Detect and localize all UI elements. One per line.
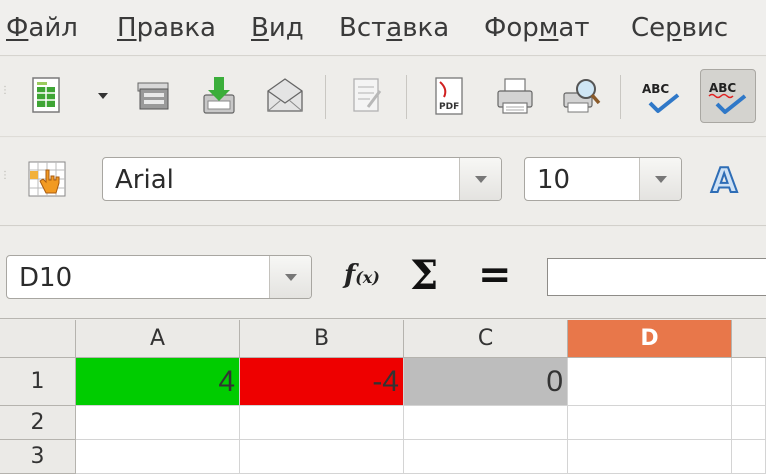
print-preview-icon (563, 79, 601, 113)
auto-spellcheck-icon-text: ABC (709, 81, 736, 95)
cell-c3[interactable] (404, 440, 568, 474)
cell-d1[interactable] (568, 358, 732, 406)
font-name-value: Arial (115, 165, 174, 195)
formula-input[interactable] (547, 258, 766, 296)
cell-a1[interactable]: 4 (76, 358, 240, 406)
menu-edit-mnemonic: П (117, 13, 137, 43)
edit-document-icon (353, 78, 382, 112)
styles-formatting-icon (28, 161, 66, 197)
new-spreadsheet-button[interactable] (24, 73, 70, 119)
cell-e1[interactable] (732, 358, 766, 406)
font-name-dropdown-button[interactable] (459, 158, 501, 200)
menu-insert-mnemonic: а (386, 13, 403, 43)
spellcheck-icon-text: ABC (642, 82, 669, 96)
cell-d2[interactable] (568, 406, 732, 440)
name-box[interactable]: D10 (6, 255, 312, 299)
select-all-corner[interactable] (0, 320, 76, 358)
cell-c2[interactable] (404, 406, 568, 440)
print-button[interactable] (492, 73, 538, 119)
styles-button[interactable] (24, 156, 70, 202)
menu-view[interactable]: Вид (251, 10, 304, 46)
toolbar-separator (325, 75, 326, 119)
cell-b1[interactable]: -4 (240, 358, 404, 406)
spreadsheet-grid: A B C D 1 2 3 4 -4 0 (0, 320, 766, 474)
column-header-e[interactable] (732, 320, 766, 358)
cell-b2[interactable] (240, 406, 404, 440)
new-dropdown-arrow[interactable] (98, 93, 108, 99)
menu-file[interactable]: Файл (6, 10, 78, 46)
pdf-icon: PDF (435, 77, 463, 115)
standard-toolbar: ⋮ PDF ABC ABC (0, 57, 766, 137)
menu-insert-label-post: вка (402, 13, 450, 43)
cell-a3[interactable] (76, 440, 240, 474)
menu-tools-label-pre: Се (631, 13, 666, 43)
open-button[interactable] (130, 73, 176, 119)
row-header-3[interactable]: 3 (0, 440, 76, 474)
font-size-value: 10 (537, 165, 571, 195)
toolbar-grip[interactable]: ⋮ (0, 170, 10, 181)
column-header-d[interactable]: D (568, 320, 732, 358)
column-header-b[interactable]: B (240, 320, 404, 358)
name-box-value: D10 (19, 263, 73, 293)
column-header-a[interactable]: A (76, 320, 240, 358)
cell-a2[interactable] (76, 406, 240, 440)
spellcheck-button[interactable]: ABC (638, 73, 684, 119)
save-icon (203, 77, 235, 114)
name-box-dropdown-button[interactable] (269, 256, 311, 298)
envelope-icon (267, 78, 303, 112)
menu-file-mnemonic: Ф (6, 13, 29, 43)
function-wizard-x: (x) (355, 268, 380, 287)
menu-edit[interactable]: Правка (117, 10, 216, 46)
function-wizard-button[interactable]: f(x) (344, 260, 380, 290)
auto-spellcheck-icon: ABC (708, 81, 747, 114)
new-spreadsheet-icon (32, 77, 60, 113)
sum-button[interactable]: Σ (410, 252, 438, 299)
edit-file-button[interactable] (344, 73, 390, 119)
menu-tools-mnemonic: р (665, 13, 682, 43)
open-folder-icon (137, 82, 169, 110)
menu-tools[interactable]: Сервис (631, 10, 728, 46)
font-size-combobox[interactable]: 10 (524, 157, 682, 201)
cell-b3[interactable] (240, 440, 404, 474)
menu-view-label: ид (268, 13, 304, 43)
email-button[interactable] (262, 73, 308, 119)
font-name-combobox[interactable]: Arial (102, 157, 502, 201)
pdf-icon-text: PDF (439, 102, 459, 112)
font-effect-glyph: A (711, 161, 738, 201)
row-header-2[interactable]: 2 (0, 406, 76, 440)
menu-tools-label-post: вис (681, 13, 729, 43)
toolbar-separator (620, 75, 621, 119)
cell-e3[interactable] (732, 440, 766, 474)
toolbar-separator (406, 75, 407, 119)
export-pdf-button[interactable]: PDF (426, 73, 472, 119)
menu-format-label-post: ат (558, 13, 590, 43)
cell-d3[interactable] (568, 440, 732, 474)
auto-spellcheck-button[interactable]: ABC (700, 69, 756, 123)
menu-view-mnemonic: В (251, 13, 269, 43)
menu-format-label-pre: Фор (484, 13, 539, 43)
cell-c1[interactable]: 0 (404, 358, 568, 406)
menu-bar: Файл Правка Вид Вставка Формат Сервис (0, 0, 766, 56)
printer-icon (497, 78, 533, 114)
menu-insert-label-pre: Вст (339, 13, 387, 43)
spellcheck-icon: ABC (642, 82, 680, 113)
font-effect-icon: A (710, 160, 739, 202)
menu-insert[interactable]: Вставка (339, 10, 449, 46)
font-color-button[interactable]: A (706, 156, 752, 202)
formatting-toolbar: ⋮ Arial 10 A (0, 138, 766, 226)
column-header-c[interactable]: C (404, 320, 568, 358)
formula-button[interactable]: = (478, 252, 512, 298)
save-button[interactable] (196, 73, 242, 119)
function-wizard-f: f (344, 260, 356, 290)
menu-format-mnemonic: м (538, 13, 559, 43)
toolbar-grip[interactable]: ⋮ (0, 85, 10, 96)
row-header-1[interactable]: 1 (0, 358, 76, 406)
menu-format[interactable]: Формат (484, 10, 590, 46)
cell-e2[interactable] (732, 406, 766, 440)
font-size-dropdown-button[interactable] (639, 158, 681, 200)
menu-edit-label: равка (136, 13, 216, 43)
menu-file-label: айл (28, 13, 78, 43)
print-preview-button[interactable] (558, 73, 604, 119)
